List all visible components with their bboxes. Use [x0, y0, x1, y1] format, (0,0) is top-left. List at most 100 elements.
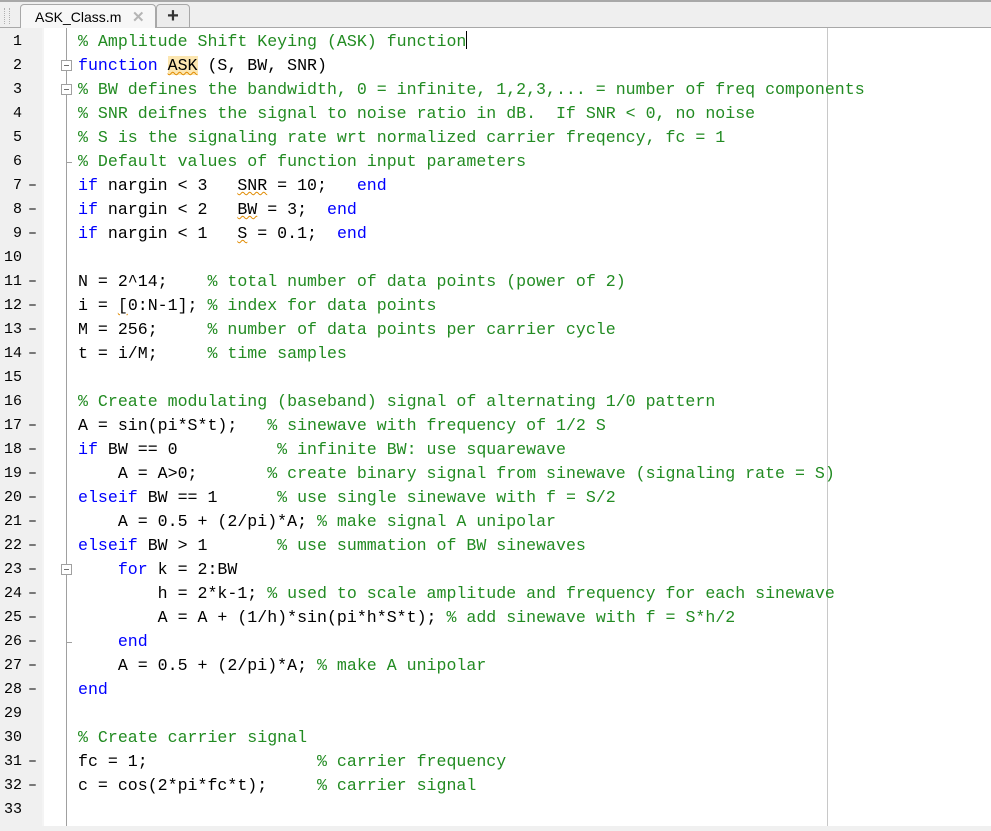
- code-text[interactable]: elseif BW > 1 % use summation of BW sine…: [78, 534, 586, 558]
- breakpoint-marker[interactable]: –: [28, 294, 40, 318]
- code-text[interactable]: elseif BW == 1 % use single sinewave wit…: [78, 486, 616, 510]
- code-text[interactable]: t = i/M; % time samples: [78, 342, 347, 366]
- code-text[interactable]: % S is the signaling rate wrt normalized…: [78, 126, 725, 150]
- code-line[interactable]: 30 % Create carrier signal: [0, 726, 991, 750]
- code-token: fc = 1;: [78, 752, 317, 771]
- code-text[interactable]: % Create modulating (baseband) signal of…: [78, 390, 715, 414]
- code-line[interactable]: 19– A = A>0; % create binary signal from…: [0, 462, 991, 486]
- code-line[interactable]: 28– end: [0, 678, 991, 702]
- breakpoint-marker[interactable]: –: [28, 342, 40, 366]
- code-line[interactable]: 27– A = 0.5 + (2/pi)*A; % make A unipola…: [0, 654, 991, 678]
- code-text[interactable]: c = cos(2*pi*fc*t); % carrier signal: [78, 774, 476, 798]
- code-line[interactable]: 9– if nargin < 1 S = 0.1; end: [0, 222, 991, 246]
- code-text[interactable]: M = 256; % number of data points per car…: [78, 318, 616, 342]
- code-line[interactable]: 22– elseif BW > 1 % use summation of BW s…: [0, 534, 991, 558]
- code-text[interactable]: i = [0:N-1]; % index for data points: [78, 294, 437, 318]
- code-line[interactable]: 10: [0, 246, 991, 270]
- code-text[interactable]: if nargin < 1 S = 0.1; end: [78, 222, 367, 246]
- code-text[interactable]: A = 0.5 + (2/pi)*A; % make A unipolar: [78, 654, 486, 678]
- breakpoint-marker[interactable]: –: [28, 270, 40, 294]
- breakpoint-marker[interactable]: –: [28, 414, 40, 438]
- breakpoint-marker[interactable]: –: [28, 630, 40, 654]
- breakpoint-marker[interactable]: –: [28, 486, 40, 510]
- code-text[interactable]: h = 2*k-1; % used to scale amplitude and…: [78, 582, 835, 606]
- code-line[interactable]: 33: [0, 798, 991, 822]
- breakpoint-marker[interactable]: –: [28, 222, 40, 246]
- close-icon[interactable]: ✕: [132, 8, 145, 26]
- code-token: (S, BW, SNR): [197, 56, 327, 75]
- fold-collapse-icon[interactable]: [61, 84, 72, 95]
- code-line[interactable]: 32– c = cos(2*pi*fc*t); % carrier signal: [0, 774, 991, 798]
- code-line[interactable]: 3 % BW defines the bandwidth, 0 = infinit…: [0, 78, 991, 102]
- code-line[interactable]: 18– if BW == 0 % infinite BW: use squarew…: [0, 438, 991, 462]
- code-text[interactable]: function ASK (S, BW, SNR): [78, 54, 327, 78]
- code-line[interactable]: 20– elseif BW == 1 % use single sinewave …: [0, 486, 991, 510]
- breakpoint-marker[interactable]: –: [28, 582, 40, 606]
- breakpoint-marker[interactable]: –: [28, 678, 40, 702]
- code-line[interactable]: 12– i = [0:N-1]; % index for data points: [0, 294, 991, 318]
- breakpoint-marker[interactable]: –: [28, 750, 40, 774]
- code-line[interactable]: 21– A = 0.5 + (2/pi)*A; % make signal A …: [0, 510, 991, 534]
- code-text[interactable]: A = A>0; % create binary signal from sin…: [78, 462, 835, 486]
- code-line[interactable]: 23– for k = 2:BW: [0, 558, 991, 582]
- code-line[interactable]: 26– end: [0, 630, 991, 654]
- code-text[interactable]: % Amplitude Shift Keying (ASK) function: [78, 30, 468, 54]
- keyword-token: if: [78, 440, 98, 459]
- breakpoint-marker[interactable]: –: [28, 774, 40, 798]
- code-line[interactable]: 14– t = i/M; % time samples: [0, 342, 991, 366]
- code-token: h = 2*k-1;: [78, 584, 268, 603]
- code-text[interactable]: end: [78, 630, 148, 654]
- code-token: = 0.1;: [247, 224, 337, 243]
- code-line[interactable]: 7– if nargin < 3 SNR = 10; end: [0, 174, 991, 198]
- code-line[interactable]: 24– h = 2*k-1; % used to scale amplitude…: [0, 582, 991, 606]
- breakpoint-marker[interactable]: –: [28, 654, 40, 678]
- breakpoint-marker[interactable]: –: [28, 438, 40, 462]
- code-text[interactable]: A = A + (1/h)*sin(pi*h*S*t); % add sinew…: [78, 606, 736, 630]
- code-line[interactable]: 17– A = sin(pi*S*t); % sinewave with freq…: [0, 414, 991, 438]
- code-line[interactable]: 31– fc = 1; % carrier frequency: [0, 750, 991, 774]
- breakpoint-marker[interactable]: –: [28, 174, 40, 198]
- breakpoint-marker[interactable]: –: [28, 318, 40, 342]
- code-text[interactable]: A = sin(pi*S*t); % sinewave with frequen…: [78, 414, 606, 438]
- code-line[interactable]: 5 % S is the signaling rate wrt normalize…: [0, 126, 991, 150]
- code-text[interactable]: N = 2^14; % total number of data points …: [78, 270, 626, 294]
- breakpoint-marker[interactable]: –: [28, 510, 40, 534]
- code-line[interactable]: 13– M = 256; % number of data points per …: [0, 318, 991, 342]
- code-text[interactable]: end: [78, 678, 108, 702]
- code-line[interactable]: 16 % Create modulating (baseband) signal …: [0, 390, 991, 414]
- breakpoint-marker[interactable]: –: [28, 198, 40, 222]
- code-line[interactable]: 11– N = 2^14; % total number of data poin…: [0, 270, 991, 294]
- code-line[interactable]: 15: [0, 366, 991, 390]
- code-text[interactable]: for k = 2:BW: [78, 558, 238, 582]
- code-text[interactable]: if nargin < 2 BW = 3; end: [78, 198, 357, 222]
- add-tab-button[interactable]: +: [156, 4, 190, 28]
- code-text[interactable]: % SNR deifnes the signal to noise ratio …: [78, 102, 755, 126]
- code-line[interactable]: 4 % SNR deifnes the signal to noise ratio…: [0, 102, 991, 126]
- code-text[interactable]: % Default values of function input param…: [78, 150, 526, 174]
- tab-ask-class[interactable]: ASK_Class.m ✕: [20, 4, 156, 30]
- fold-collapse-icon[interactable]: [61, 60, 72, 71]
- code-text[interactable]: if nargin < 3 SNR = 10; end: [78, 174, 387, 198]
- comment-token: % Create modulating (baseband) signal of…: [78, 392, 716, 411]
- breakpoint-marker[interactable]: –: [28, 534, 40, 558]
- code-text[interactable]: % BW defines the bandwidth, 0 = infinite…: [78, 78, 865, 102]
- code-text[interactable]: if BW == 0 % infinite BW: use squarewave: [78, 438, 566, 462]
- fold-collapse-icon[interactable]: [61, 564, 72, 575]
- keyword-token: elseif: [78, 536, 138, 555]
- comment-token: % Create carrier signal: [78, 728, 308, 747]
- breakpoint-marker[interactable]: –: [28, 558, 40, 582]
- line-number: 11: [3, 273, 22, 290]
- code-line[interactable]: 1 % Amplitude Shift Keying (ASK) function: [0, 30, 991, 54]
- code-line[interactable]: 6 % Default values of function input para…: [0, 150, 991, 174]
- code-line[interactable]: 8– if nargin < 2 BW = 3; end: [0, 198, 991, 222]
- code-text[interactable]: % Create carrier signal: [78, 726, 307, 750]
- line-number: 27: [3, 657, 22, 674]
- breakpoint-marker[interactable]: –: [28, 462, 40, 486]
- code-text[interactable]: fc = 1; % carrier frequency: [78, 750, 506, 774]
- code-line[interactable]: 29: [0, 702, 991, 726]
- tab-bar-grip-handle[interactable]: [4, 8, 10, 24]
- code-line[interactable]: 2 function ASK (S, BW, SNR): [0, 54, 991, 78]
- code-line[interactable]: 25– A = A + (1/h)*sin(pi*h*S*t); % add s…: [0, 606, 991, 630]
- breakpoint-marker[interactable]: –: [28, 606, 40, 630]
- code-text[interactable]: A = 0.5 + (2/pi)*A; % make signal A unip…: [78, 510, 556, 534]
